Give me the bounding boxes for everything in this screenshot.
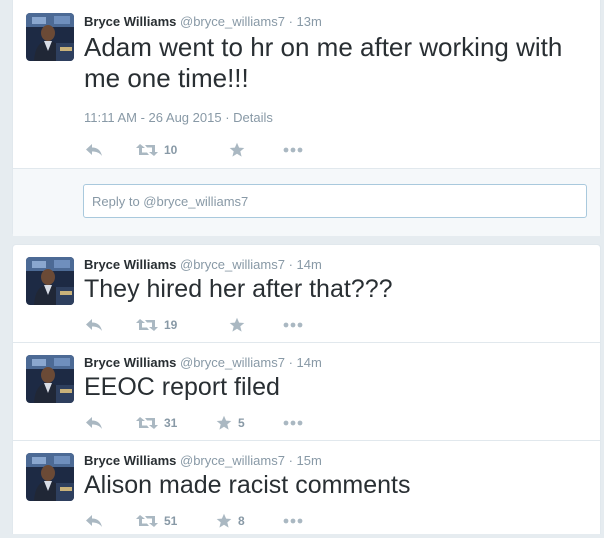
thread-tweet[interactable]: Bryce Williams @bryce_williams7 · 14m Th…	[13, 245, 600, 342]
separator-dot: ·	[288, 257, 293, 272]
tweet-text: EEOC report filed	[84, 373, 280, 401]
reply-button[interactable]	[84, 512, 104, 530]
favorite-button[interactable]: 8	[216, 512, 245, 530]
more-button[interactable]	[283, 141, 303, 159]
avatar[interactable]	[26, 257, 74, 305]
separator-dot: ·	[225, 110, 230, 125]
retweet-button[interactable]: 31	[136, 414, 177, 432]
favorite-icon	[229, 317, 245, 333]
reply-button[interactable]	[84, 141, 104, 159]
user-handle[interactable]: @bryce_williams7	[180, 257, 285, 272]
main-tweet: Bryce Williams @bryce_williams7 · 13m Ad…	[13, 0, 600, 168]
favorite-icon	[216, 513, 232, 529]
retweet-button[interactable]: 10	[136, 141, 177, 159]
tweet-header: Bryce Williams @bryce_williams7 · 14m	[84, 257, 322, 272]
thread-card: Bryce Williams @bryce_williams7 · 14m Th…	[12, 244, 601, 534]
more-button[interactable]	[283, 414, 303, 432]
separator-dot: ·	[288, 453, 293, 468]
retweet-button[interactable]: 51	[136, 512, 177, 530]
avatar[interactable]	[26, 13, 74, 61]
tweet-time[interactable]: 13m	[297, 14, 322, 29]
tweet-time[interactable]: 15m	[297, 453, 322, 468]
retweet-button[interactable]: 19	[136, 316, 177, 334]
retweet-icon	[136, 142, 158, 158]
thread-tweet[interactable]: Bryce Williams @bryce_williams7 · 14m EE…	[13, 343, 600, 440]
retweet-count: 51	[164, 514, 178, 528]
tweet-header: Bryce Williams @bryce_williams7 · 13m	[84, 14, 322, 29]
more-button[interactable]	[283, 316, 303, 334]
reply-button[interactable]	[84, 414, 104, 432]
more-icon	[283, 518, 303, 524]
more-button[interactable]	[283, 512, 303, 530]
reply-box: Reply to @bryce_williams7	[13, 168, 600, 236]
avatar[interactable]	[26, 453, 74, 501]
reply-input[interactable]: Reply to @bryce_williams7	[83, 184, 587, 218]
retweet-count: 31	[164, 416, 178, 430]
main-tweet-card: Bryce Williams @bryce_williams7 · 13m Ad…	[12, 0, 601, 236]
more-icon	[283, 322, 303, 328]
reply-icon	[84, 415, 104, 431]
reply-button[interactable]	[84, 316, 104, 334]
favorite-button[interactable]	[229, 316, 251, 334]
more-icon	[283, 147, 303, 153]
tweet-text: They hired her after that???	[84, 275, 393, 303]
user-handle[interactable]: @bryce_williams7	[180, 453, 285, 468]
reply-icon	[84, 317, 104, 333]
details-link[interactable]: Details	[233, 110, 273, 125]
favorite-count: 5	[238, 416, 245, 430]
tweet-time[interactable]: 14m	[297, 257, 322, 272]
tweet-meta: 11:11 AM - 26 Aug 2015 · Details	[84, 110, 273, 125]
retweet-count: 19	[164, 318, 178, 332]
thread-tweet[interactable]: Bryce Williams @bryce_williams7 · 15m Al…	[13, 441, 600, 538]
reply-icon	[84, 513, 104, 529]
separator-dot: ·	[288, 14, 293, 29]
avatar[interactable]	[26, 355, 74, 403]
tweet-text: Adam went to hr on me after working with…	[84, 32, 563, 93]
retweet-count: 10	[164, 143, 178, 157]
user-name[interactable]: Bryce Williams	[84, 453, 176, 468]
user-name[interactable]: Bryce Williams	[84, 355, 176, 370]
favorite-icon	[229, 142, 245, 158]
favorite-button[interactable]: 5	[216, 414, 245, 432]
retweet-icon	[136, 513, 158, 529]
reply-icon	[84, 142, 104, 158]
tweet-header: Bryce Williams @bryce_williams7 · 14m	[84, 355, 322, 370]
tweet-header: Bryce Williams @bryce_williams7 · 15m	[84, 453, 322, 468]
user-handle[interactable]: @bryce_williams7	[180, 14, 285, 29]
retweet-icon	[136, 317, 158, 333]
user-name[interactable]: Bryce Williams	[84, 257, 176, 272]
tweet-timestamp[interactable]: 11:11 AM - 26 Aug 2015	[84, 110, 222, 125]
tweet-text: Alison made racist comments	[84, 471, 411, 499]
tweet-time[interactable]: 14m	[297, 355, 322, 370]
separator-dot: ·	[288, 355, 293, 370]
user-name[interactable]: Bryce Williams	[84, 14, 176, 29]
user-handle[interactable]: @bryce_williams7	[180, 355, 285, 370]
more-icon	[283, 420, 303, 426]
favorite-button[interactable]	[229, 141, 245, 159]
retweet-icon	[136, 415, 158, 431]
favorite-icon	[216, 415, 232, 431]
favorite-count: 8	[238, 514, 245, 528]
